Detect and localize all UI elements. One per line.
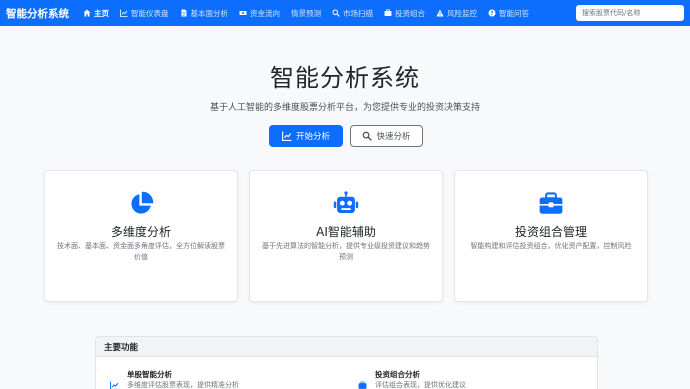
feature-card-multidimensional: 多维度分析 技术面、基本面、资金面多角度评估，全方位解读股票价值 — [44, 170, 238, 302]
home-icon — [83, 9, 91, 17]
button-label: 快速分析 — [376, 132, 411, 142]
briefcase-icon — [455, 191, 647, 217]
feature-title: 投资组合管理 — [514, 225, 587, 239]
briefcase-icon — [358, 375, 367, 389]
function-description: 评估组合表现，提供优化建议 — [375, 381, 466, 389]
function-title: 单股智能分析 — [127, 370, 172, 379]
nav-item-scenario[interactable]: 情景预测 — [291, 8, 321, 19]
feature-description: 智能构建和评估投资组合，优化资产配置，控制风险 — [470, 242, 632, 250]
nav-item-label: 风险监控 — [447, 8, 477, 18]
nav-item-fundamental[interactable]: 基本面分析 — [180, 8, 229, 19]
chart-line-icon — [282, 131, 292, 141]
chart-line-icon — [120, 9, 128, 17]
warning-icon — [436, 9, 444, 17]
chart-line-icon — [110, 375, 119, 389]
nav-item-label: 智能仪表盘 — [131, 8, 169, 18]
nav-item-qa[interactable]: ? 智能问答 — [488, 8, 529, 19]
nav-item-label: 基本面分析 — [190, 8, 229, 18]
search-icon — [362, 131, 373, 141]
function-title: 投资组合分析 — [375, 370, 420, 379]
quick-analysis-button[interactable]: 快速分析 — [350, 125, 423, 147]
nav-item-risk[interactable]: 风险监控 — [436, 8, 477, 19]
page-title: 智能分析系统 — [270, 64, 420, 92]
question-icon: ? — [488, 9, 496, 17]
nav-item-label: 主页 — [94, 8, 109, 18]
brand-logo[interactable]: 智能分析系统 — [6, 6, 69, 21]
button-label: 开始分析 — [295, 132, 330, 142]
briefcase-icon — [384, 9, 392, 17]
nav-item-label: 市场扫描 — [343, 8, 373, 18]
feature-card-portfolio: 投资组合管理 智能构建和评估投资组合，优化资产配置，控制风险 — [454, 170, 648, 302]
nav-item-market-scan[interactable]: 市场扫描 — [332, 8, 373, 19]
start-analysis-button[interactable]: 开始分析 — [269, 125, 343, 147]
panel-title: 主要功能 — [96, 337, 597, 357]
top-navbar: 智能分析系统 主页 智能仪表盘 基本面分析 资金流向 情景预测 市场扫描 投资组… — [0, 0, 690, 26]
search-icon — [332, 9, 340, 17]
nav-item-capital-flow[interactable]: 资金流向 — [239, 8, 280, 19]
page-subtitle: 基于人工智能的多维度股票分析平台，为您提供专业的投资决策支持 — [209, 103, 480, 113]
feature-title: 多维度分析 — [110, 225, 171, 239]
function-description: 多维度评估股票表现，提供精准分析 — [127, 381, 239, 389]
nav-item-home[interactable]: 主页 — [83, 8, 109, 19]
nav-item-label: 智能问答 — [499, 8, 529, 18]
stock-search-input[interactable] — [576, 5, 684, 21]
svg-text:?: ? — [491, 11, 494, 17]
feature-description: 技术面、基本面、资金面多角度评估，全方位解读股票价值 — [57, 242, 225, 261]
nav-item-label: 情景预测 — [291, 8, 321, 18]
nav-item-portfolio[interactable]: 投资组合 — [384, 8, 425, 19]
nav-item-dashboard[interactable]: 智能仪表盘 — [120, 8, 169, 19]
feature-description: 基于先进算法的智能分析，提供专业级投资建议和趋势预测 — [262, 242, 430, 261]
main-functions-panel: 主要功能 单股智能分析 多维度评估股票表现，提供精准分析 投资组合分析 评估组合… — [95, 336, 598, 389]
nav-item-label: 资金流向 — [250, 8, 280, 18]
nav-item-label: 投资组合 — [395, 8, 425, 18]
pie-chart-icon — [45, 191, 237, 217]
nav-menu: 主页 智能仪表盘 基本面分析 资金流向 情景预测 市场扫描 投资组合 风险监控 — [83, 8, 540, 19]
feature-title: AI智能辅助 — [316, 225, 376, 239]
money-icon — [239, 9, 247, 17]
robot-icon — [250, 191, 442, 217]
file-icon — [180, 9, 188, 17]
feature-card-ai-assist: AI智能辅助 基于先进算法的智能分析，提供专业级投资建议和趋势预测 — [249, 170, 443, 302]
